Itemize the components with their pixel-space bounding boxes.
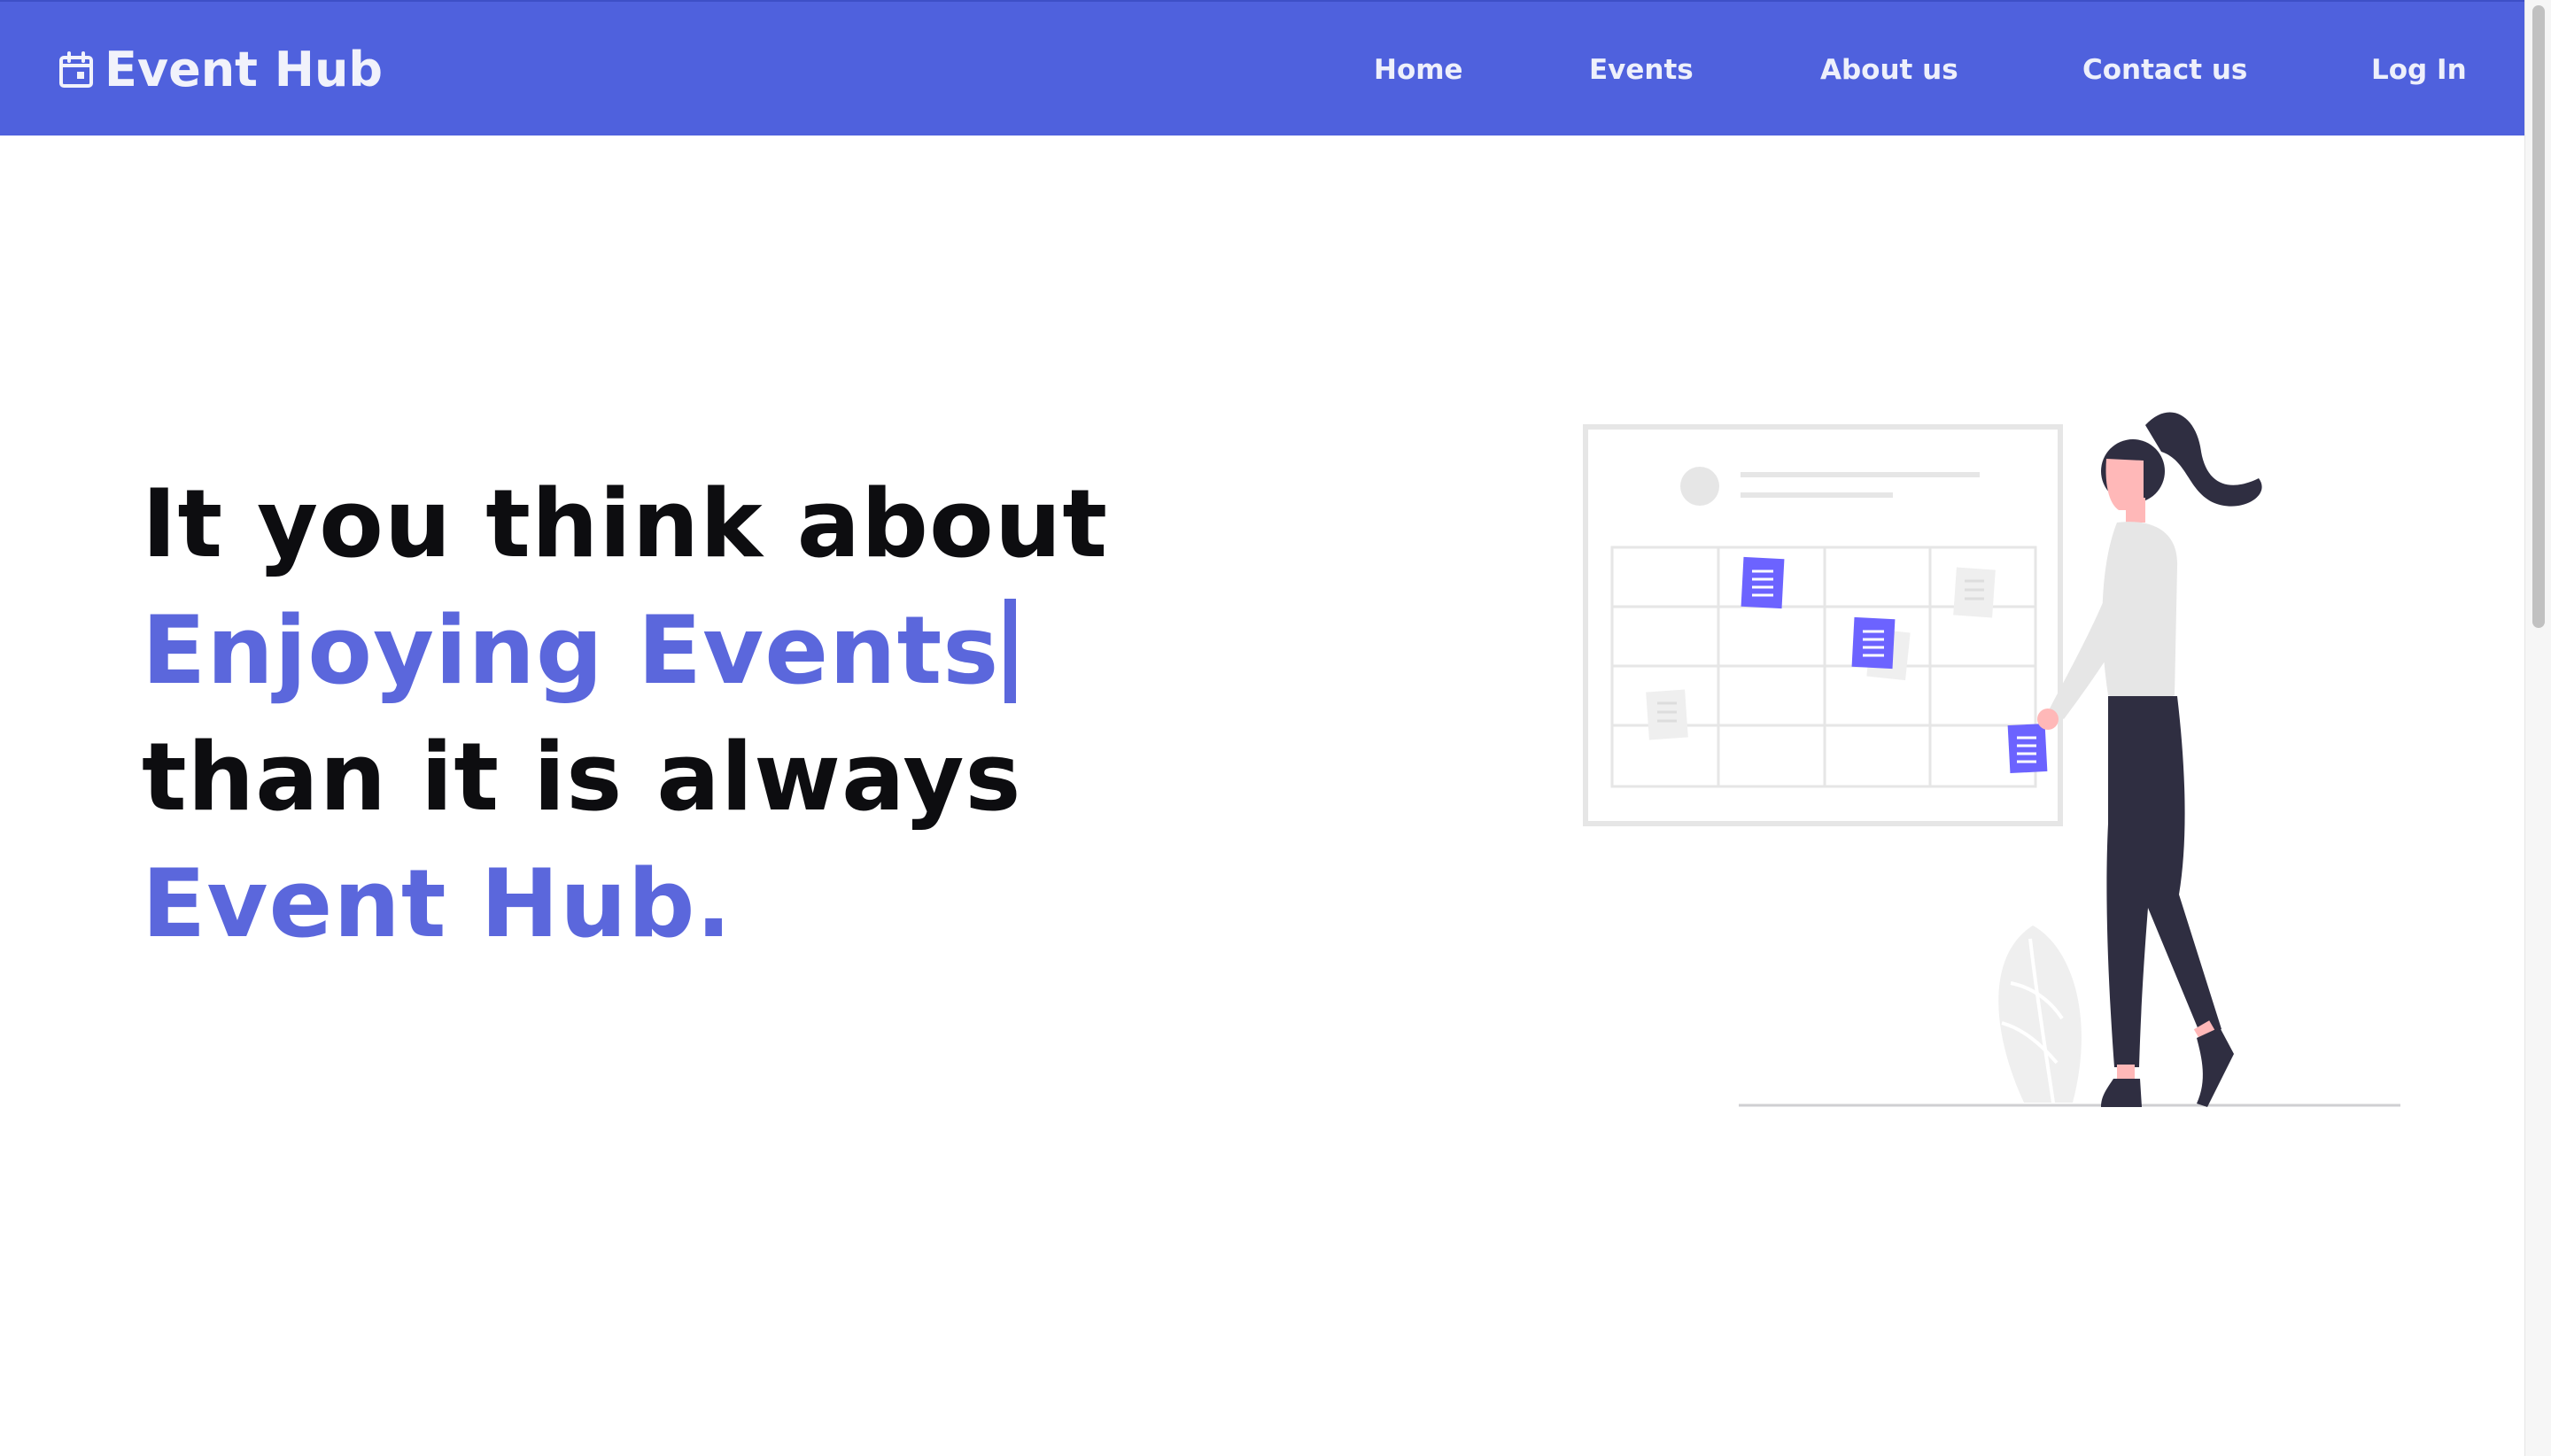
- calendar-icon: [58, 51, 94, 89]
- hero-illustration: [1577, 399, 2462, 1116]
- nav-home-link[interactable]: Home: [1374, 50, 1463, 89]
- typed-text-wrapper: Enjoying Events: [142, 587, 1017, 714]
- brand-link[interactable]: Event Hub: [58, 41, 383, 99]
- hero-line-2: Enjoying Events: [142, 587, 1205, 714]
- plant-shape: [1998, 925, 2082, 1104]
- nav-events-link[interactable]: Events: [1589, 50, 1694, 89]
- nav-login-link[interactable]: Log In: [2371, 50, 2467, 89]
- hero-line-1: It you think about: [142, 469, 1108, 578]
- calendar-board: [1583, 424, 2063, 826]
- hero-line-3: than it is always: [142, 723, 1022, 832]
- nav-contact-link[interactable]: Contact us: [2082, 50, 2247, 89]
- brand-name: Event Hub: [105, 42, 384, 97]
- nav-about-link[interactable]: About us: [1820, 50, 1958, 89]
- calendar-woman-illustration: [1583, 412, 2400, 1107]
- hero-heading: It you think about Enjoying Events than …: [142, 461, 1205, 967]
- typing-cursor: [1004, 598, 1017, 703]
- hero-line-4: Event Hub.: [142, 849, 733, 958]
- page: Event Hub Home Events About us Contact u…: [0, 0, 2551, 1456]
- scrollbar-thumb[interactable]: [2532, 5, 2545, 628]
- page-scrollbar[interactable]: [2524, 0, 2551, 1456]
- navbar: Event Hub Home Events About us Contact u…: [0, 0, 2524, 136]
- typed-text: Enjoying Events: [142, 596, 1000, 705]
